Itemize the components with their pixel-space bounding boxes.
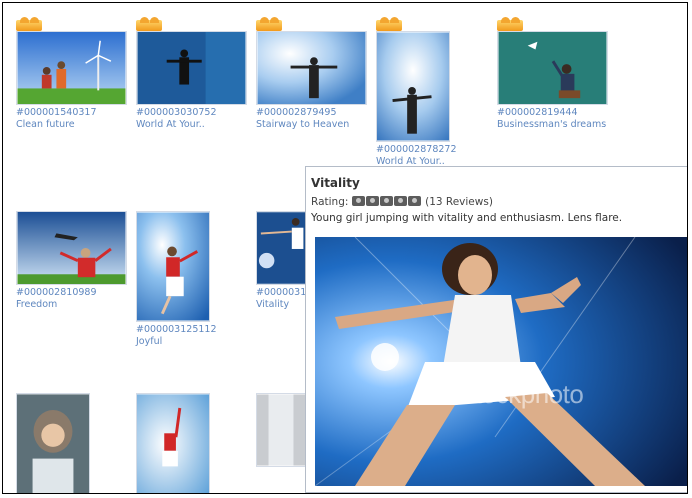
thumbnail-image[interactable] bbox=[136, 393, 210, 493]
popup-title: Vitality bbox=[311, 176, 360, 190]
rating-stars bbox=[351, 196, 425, 208]
review-count: (13 Reviews) bbox=[425, 196, 493, 208]
image-preview-popup: Vitality Rating: (13 Reviews) Young girl… bbox=[305, 166, 687, 493]
result-meta: #000001540317 Clean future bbox=[16, 107, 97, 131]
result-item[interactable]: #000002819444 Businessman's dreams bbox=[497, 17, 612, 137]
result-meta: #00000312 Vitality bbox=[256, 287, 312, 311]
flame-badge-icon bbox=[16, 17, 42, 31]
result-id-link[interactable]: #000002819444 bbox=[497, 107, 606, 119]
thumbnail-image[interactable] bbox=[497, 31, 608, 105]
thumbnail-image[interactable] bbox=[136, 211, 210, 322]
result-meta: #000002819444 Businessman's dreams bbox=[497, 107, 606, 131]
result-id-link[interactable]: #00000312 bbox=[256, 287, 312, 299]
camera-rating-icon bbox=[393, 196, 407, 206]
camera-rating-icon bbox=[365, 196, 379, 206]
flame-badge-icon bbox=[256, 17, 282, 31]
result-id-link[interactable]: #000002879495 bbox=[256, 107, 349, 119]
result-meta: #000002810989 Freedom bbox=[16, 287, 97, 311]
popup-description: Young girl jumping with vitality and ent… bbox=[311, 212, 623, 224]
result-title-link[interactable]: Stairway to Heaven bbox=[256, 119, 349, 131]
thumbnail-image[interactable] bbox=[16, 211, 127, 285]
result-title-link[interactable]: Joyful bbox=[136, 336, 217, 348]
popup-rating: Rating: (13 Reviews) bbox=[311, 196, 493, 208]
result-item[interactable]: #000002878272 World At Your.. bbox=[376, 17, 491, 167]
result-item[interactable]: #000002810989 Freedom bbox=[16, 211, 131, 321]
result-meta: #000003125112 Joyful bbox=[136, 324, 217, 348]
result-meta: #000002878272 World At Your.. bbox=[376, 144, 457, 168]
thumbnail-image[interactable] bbox=[16, 31, 127, 105]
thumbnail-image[interactable] bbox=[256, 31, 367, 105]
result-item[interactable]: #000003030752 World At Your.. bbox=[136, 17, 251, 137]
result-title-link[interactable]: Freedom bbox=[16, 299, 97, 311]
result-item[interactable]: #000003125112 Joyful bbox=[136, 211, 251, 351]
thumbnail-image[interactable] bbox=[376, 31, 450, 142]
camera-rating-icon bbox=[407, 196, 421, 206]
camera-rating-icon bbox=[351, 196, 365, 206]
flame-badge-icon bbox=[136, 17, 162, 31]
result-item[interactable]: #000001540317 Clean future bbox=[16, 17, 131, 137]
result-title-link[interactable]: World At Your.. bbox=[136, 119, 217, 131]
result-item[interactable]: #000002879495 Stairway to Heaven bbox=[256, 17, 371, 137]
thumbnail-image[interactable] bbox=[136, 31, 247, 105]
thumbnail-image[interactable] bbox=[16, 393, 90, 493]
result-title-link[interactable]: Clean future bbox=[16, 119, 97, 131]
result-meta: #000002879495 Stairway to Heaven bbox=[256, 107, 349, 131]
result-id-link[interactable]: #000001540317 bbox=[16, 107, 97, 119]
flame-badge-icon bbox=[376, 17, 402, 31]
result-id-link[interactable]: #000002878272 bbox=[376, 144, 457, 156]
watermark-text: iStockphoto bbox=[453, 379, 584, 409]
rating-label: Rating: bbox=[311, 196, 349, 208]
result-id-link[interactable]: #000003125112 bbox=[136, 324, 217, 336]
result-title-link[interactable]: Businessman's dreams bbox=[497, 119, 606, 131]
flame-badge-icon bbox=[497, 17, 523, 31]
result-id-link[interactable]: #000003030752 bbox=[136, 107, 217, 119]
result-title-link[interactable]: Vitality bbox=[256, 299, 312, 311]
thumbnail-image[interactable] bbox=[256, 393, 306, 467]
popup-preview-image: iStockphoto bbox=[315, 237, 687, 486]
result-meta: #000003030752 World At Your.. bbox=[136, 107, 217, 131]
camera-rating-icon bbox=[379, 196, 393, 206]
search-results-grid: #000001540317 Clean future #000003030752… bbox=[2, 2, 688, 494]
result-id-link[interactable]: #000002810989 bbox=[16, 287, 97, 299]
